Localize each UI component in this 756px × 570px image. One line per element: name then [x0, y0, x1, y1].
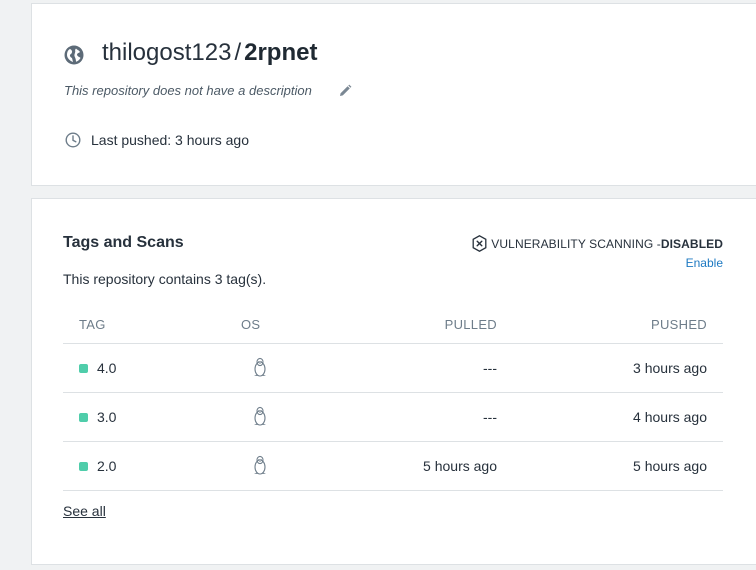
- repo-separator: /: [234, 39, 242, 66]
- os-cell: [238, 357, 358, 380]
- repo-namespace[interactable]: thilogost123: [102, 38, 231, 68]
- table-row: 3.0 --- 4 hours ago: [63, 393, 723, 442]
- os-cell: [238, 455, 358, 478]
- tag-cell: 2.0: [63, 458, 238, 474]
- table-row: 2.0 5 hours ago 5 hours ago: [63, 442, 723, 491]
- column-header-os: OS: [241, 317, 261, 332]
- repo-description: This repository does not have a descript…: [64, 83, 312, 98]
- vulnerability-line: VULNERABILITY SCANNING - DISABLED: [472, 235, 723, 252]
- tag-cell: 4.0: [63, 360, 238, 376]
- globe-icon: [64, 43, 84, 65]
- tag-status-dot: [79, 461, 88, 471]
- linux-icon: [251, 455, 269, 475]
- tag-count-text: This repository contains 3 tag(s).: [63, 271, 267, 287]
- pencil-icon[interactable]: [338, 84, 352, 98]
- table-row: 4.0 --- 3 hours ago: [63, 344, 723, 393]
- pushed-cell: 5 hours ago: [633, 458, 707, 474]
- tag-status-dot: [79, 412, 88, 422]
- last-pushed-text: Last pushed: 3 hours ago: [91, 132, 250, 148]
- tags-table-header: TAG OS PULLED PUSHED: [63, 306, 723, 344]
- column-header-pulled: PULLED: [444, 317, 497, 332]
- linux-icon: [251, 357, 269, 377]
- pulled-cell: ---: [483, 409, 497, 425]
- tags-heading: Tags and Scans: [63, 234, 184, 251]
- linux-icon: [251, 406, 269, 426]
- tag-link[interactable]: 3.0: [97, 409, 116, 425]
- see-all-link[interactable]: See all: [63, 503, 106, 519]
- tags-table: TAG OS PULLED PUSHED 4.0 --- 3 hours ago…: [63, 306, 723, 491]
- last-pushed-row: Last pushed: 3 hours ago: [65, 132, 249, 148]
- tag-link[interactable]: 4.0: [97, 360, 116, 376]
- shield-x-icon: [472, 235, 487, 252]
- pushed-cell: 3 hours ago: [633, 360, 707, 376]
- column-header-tag: TAG: [79, 317, 106, 332]
- pushed-cell: 4 hours ago: [633, 409, 707, 425]
- column-header-pushed: PUSHED: [651, 317, 707, 332]
- vulnerability-status: DISABLED: [660, 236, 723, 251]
- repo-title: thilogost123 / 2rpnet: [64, 38, 317, 68]
- enable-scanning-link[interactable]: Enable: [472, 256, 723, 270]
- tag-status-dot: [79, 363, 88, 373]
- tag-cell: 3.0: [63, 409, 238, 425]
- vulnerability-scanning-status: VULNERABILITY SCANNING - DISABLED Enable: [472, 235, 723, 270]
- tag-link[interactable]: 2.0: [97, 458, 116, 474]
- vulnerability-label: VULNERABILITY SCANNING -: [491, 236, 661, 251]
- tags-and-scans-card: Tags and Scans VULNERABILITY SCANNING - …: [31, 198, 756, 565]
- pulled-cell: 5 hours ago: [423, 458, 497, 474]
- repo-name: 2rpnet: [244, 39, 318, 66]
- repo-header-card: thilogost123 / 2rpnet This repository do…: [31, 3, 756, 186]
- os-cell: [238, 406, 358, 429]
- repo-description-row: This repository does not have a descript…: [64, 83, 352, 98]
- clock-icon: [65, 132, 81, 148]
- pulled-cell: ---: [483, 360, 497, 376]
